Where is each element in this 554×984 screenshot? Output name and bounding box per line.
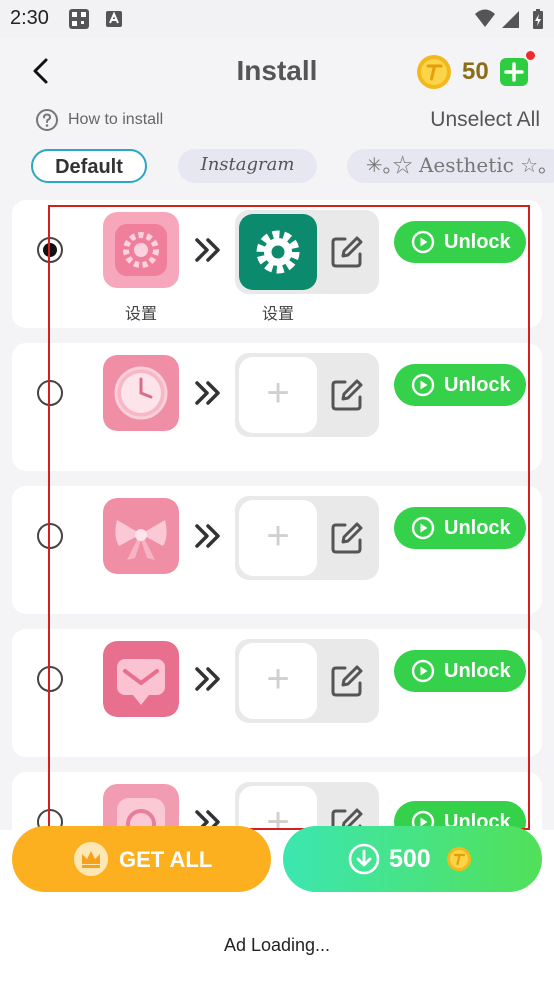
coin-icon — [417, 55, 451, 89]
get-all-label: GET ALL — [119, 847, 213, 872]
wifi-icon — [475, 9, 495, 27]
tab-aesthetic[interactable]: ✳︎｡☆ Aesthetic ☆｡ — [347, 149, 554, 183]
crown-icon — [74, 842, 108, 876]
keyboard-notification-icon — [106, 11, 122, 27]
help-icon — [36, 109, 58, 131]
download-icon — [348, 843, 380, 875]
notification-dot — [526, 51, 535, 60]
buy-with-coins-button[interactable]: 500 — [283, 826, 542, 892]
signal-icon — [502, 11, 519, 28]
tab-instagram[interactable]: Instagram — [178, 149, 317, 183]
coin-balance[interactable]: 50 — [416, 51, 535, 90]
plus-icon — [504, 62, 524, 82]
how-to-install-label: How to install — [68, 111, 164, 128]
add-coins-button[interactable] — [500, 58, 528, 86]
unselect-all-button[interactable]: Unselect All — [430, 108, 540, 132]
ad-loading-text: Ad Loading... — [223, 935, 331, 955]
get-all-button[interactable]: GET ALL — [12, 826, 271, 892]
tab-default[interactable]: Default — [31, 149, 147, 183]
status-time: 2:30 — [10, 7, 49, 29]
price-label: 500 — [389, 845, 431, 873]
qr-notification-icon — [69, 9, 89, 29]
status-bar: 2:30 — [0, 0, 554, 38]
coin-count: 50 — [462, 58, 489, 85]
header: Install 50 — [0, 38, 554, 104]
battery-icon — [533, 9, 543, 29]
coin-icon — [447, 847, 471, 871]
highlight-frame — [48, 205, 530, 830]
